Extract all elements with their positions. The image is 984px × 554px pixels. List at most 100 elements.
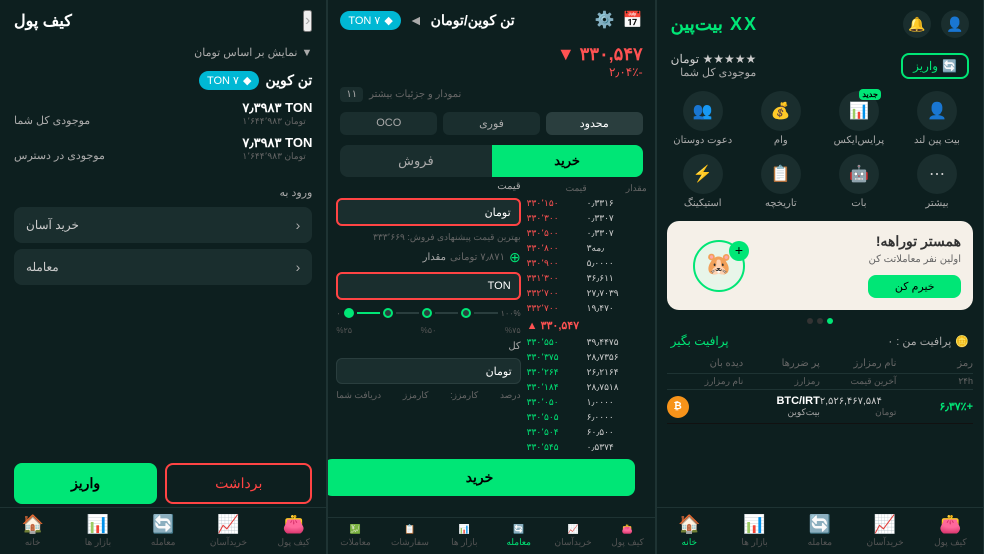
balance-bar: 🔄 واریز ★★★★★ تومان موجودی کل شما: [657, 48, 983, 83]
balance-label: موجودی کل شما: [671, 66, 757, 79]
right-nav-wallet[interactable]: 👛 کیف پول: [261, 514, 326, 548]
slider-50[interactable]: [422, 308, 432, 318]
quick-actions-row1: 👤 بیت پین لند 📊 جدید پرایس‌ایکس 💰 وام 👥 …: [657, 83, 983, 154]
mid-coin-badge: ◆ TON ۷: [340, 11, 400, 30]
tab-limited[interactable]: محدود: [546, 112, 643, 135]
qa-friends[interactable]: 👥 دعوت دوستان: [667, 91, 739, 146]
qa-loan[interactable]: 💰 وام: [745, 91, 817, 146]
ob-sell-6: ۳۶٫۶۱۱۳۳۱٬۳۰۰: [527, 271, 647, 286]
qa-staking[interactable]: ⚡ استیکینگ: [667, 154, 739, 209]
qa-more-label: بیشتر: [925, 198, 948, 209]
chevron-right-icon-2: ‹: [296, 259, 301, 275]
price-label: قیمت: [336, 181, 520, 192]
route-trade-label: معامله: [26, 260, 59, 274]
amount-row: ⊕ ۷٫۸۷۱ تومانی مقدار: [336, 249, 520, 266]
nav-trading[interactable]: 📈 خریدآسان: [852, 514, 917, 548]
tab-oco[interactable]: OCO: [340, 112, 437, 135]
qa-history-label: تاریخچه: [765, 198, 797, 209]
deposit-action-button[interactable]: واریز: [14, 463, 157, 504]
mid-tab-trading[interactable]: 📈 خریدآسان: [546, 524, 600, 548]
ob-buy-4: ۲۸٫۷۵۱۸۳۳۰٬۱۸۴: [527, 380, 647, 395]
slider-labels: %۷۵ %۵۰ %۲۵: [336, 326, 520, 335]
notification-icon[interactable]: 🔔: [903, 10, 931, 38]
price-input[interactable]: [336, 198, 520, 226]
price-main: ▼ ۳۳۰,۵۴۷: [340, 44, 642, 65]
qa-history[interactable]: 📋 تاریخچه: [745, 154, 817, 209]
qa-priceindex-icon: 📊 جدید: [839, 91, 879, 131]
mid-tab-tradehistory[interactable]: 💹 معاملات: [328, 524, 382, 548]
nav-home[interactable]: 🏠 خانه: [657, 514, 722, 548]
chart-toggle: نمودار و جزئیات بیشتر ۱۱: [328, 83, 654, 106]
right-nav-markets[interactable]: 📊 بازار ها: [65, 514, 130, 548]
qa-bot[interactable]: 🤖 بات: [823, 154, 895, 209]
dot-2: [817, 318, 823, 324]
dot-3: [807, 318, 813, 324]
qa-bitpinland[interactable]: 👤 بیت پین لند: [901, 91, 973, 146]
plus-icon[interactable]: ⊕: [509, 249, 521, 266]
calendar-icon[interactable]: 📅: [623, 10, 643, 30]
right-nav-home[interactable]: 🏠 خانه: [0, 514, 65, 548]
amount-label: مقدار: [336, 252, 446, 263]
mid-tab-markets[interactable]: 📊 بازار ها: [437, 524, 491, 548]
table-row[interactable]: +۶٫۳۷٪ ۲,۵۲۶,۴۶۷,۵۸۴ تومان BTC/IRT بیت‌ک…: [667, 390, 973, 424]
mid-tab-orders[interactable]: 📋 سفارشات: [383, 524, 437, 548]
route-label: ورود به: [14, 186, 312, 199]
right-nav-trading[interactable]: 📈 خریدآسان: [196, 514, 261, 548]
commission-row: درصد کارمزز: کارمزز دریافت شما: [336, 390, 520, 401]
promo-subtitle: اولین نفر معاملاتت کن: [868, 254, 961, 265]
deposit-button[interactable]: 🔄 واریز: [901, 53, 969, 79]
submit-buy-button[interactable]: خرید: [328, 459, 634, 496]
qa-more-icon: ⋯: [917, 154, 957, 194]
ob-sell-2: ۰٫۳۳۰۷۳۳۰٬۳۰۰: [527, 211, 647, 226]
currency-selector[interactable]: ▼ نمایش بر اساس تومان: [0, 42, 326, 63]
nav-markets[interactable]: 📊 بازار ها: [722, 514, 787, 548]
slider-75[interactable]: [461, 308, 471, 318]
promo-button[interactable]: خیرم کن: [868, 275, 961, 298]
buy-sell-tabs: خرید فروش: [340, 145, 642, 177]
qa-priceindex[interactable]: 📊 جدید پرایس‌ایکس: [823, 91, 895, 146]
ob-divider: ▲ ۳۳۰,۵۴۷: [527, 316, 647, 335]
ob-sell-4: ۳٫مه۳۳۰٬۸۰۰: [527, 241, 647, 256]
wallet-coin-section: تن کوین ◆ TON ۷ ۷٫۳۹۸۳ TON تومان ۱٬۶۴۴٬۹…: [0, 63, 326, 178]
qa-friends-icon: 👥: [683, 91, 723, 131]
percentage-slider: ۱۰۰% ۰: [336, 306, 520, 320]
slider-0[interactable]: [344, 308, 354, 318]
top-icons: 👤 🔔: [903, 10, 969, 38]
ob-buy-7: ۶۰٫۵۰۰۳۳۰٬۵۰۴: [527, 425, 647, 440]
qa-more[interactable]: ⋯ بیشتر: [901, 154, 973, 209]
withdraw-button[interactable]: برداشت: [165, 463, 312, 504]
right-nav-trade[interactable]: 🔄 معامله: [131, 514, 196, 548]
price-section: ▼ ۳۳۰,۵۴۷ ۲٫۰۴٪-: [328, 40, 654, 83]
wallet-coin-badge: ◆ TON ۷: [199, 71, 259, 90]
tab-instant[interactable]: فوری: [443, 112, 540, 135]
top-bar: 👤 🔔 XX بیت‌پین: [657, 0, 983, 48]
back-button[interactable]: ‹: [303, 10, 312, 32]
nav-trade[interactable]: 🔄 معامله: [787, 514, 852, 548]
settings-icon[interactable]: ⚙️: [595, 10, 615, 30]
buy-tab[interactable]: خرید: [492, 145, 643, 177]
orderbook-form: مقدار قیمت ۰٫۳۳۱۶۳۳۰٬۱۵۰ ۰٫۳۳۰۷۳۳۰٬۳۰۰ ۰…: [328, 181, 654, 455]
right-top-bar: ‹ کیف پول: [0, 0, 326, 42]
total-input[interactable]: [336, 358, 520, 384]
route-trade[interactable]: ‹ معامله: [14, 249, 312, 285]
chart-info: نمودار و جزئیات بیشتر: [369, 89, 461, 100]
new-badge: جدید: [859, 89, 881, 100]
wallet-coin-name: تن کوین: [265, 72, 312, 89]
mid-tab-trade[interactable]: 🔄 معامله: [492, 524, 546, 548]
slider-25[interactable]: [383, 308, 393, 318]
right-title: کیف پول: [14, 11, 72, 31]
ob-sell-7: ۲۷٫۷۰۳۹۳۳۲٬۷۰۰: [527, 286, 647, 301]
nav-wallet[interactable]: 👛 کیف پول: [918, 514, 983, 548]
qa-bitpinland-icon: 👤: [917, 91, 957, 131]
right-panel: ‹ کیف پول ▼ نمایش بر اساس تومان تن کوین …: [0, 0, 327, 554]
quick-actions-row2: ⋯ بیشتر 🤖 بات 📋 تاریخچه ⚡ استیکینگ: [657, 154, 983, 217]
right-bottom-nav: 👛 کیف پول 📈 خریدآسان 🔄 معامله 📊 بازار ها…: [0, 507, 326, 554]
available-balance-fiat: تومان ۱٬۶۴۴٬۹۸۳: [242, 151, 312, 162]
user-icon[interactable]: 👤: [941, 10, 969, 38]
amount-input[interactable]: [336, 272, 520, 300]
orderbook: مقدار قیمت ۰٫۳۳۱۶۳۳۰٬۱۵۰ ۰٫۳۳۰۷۳۳۰٬۳۰۰ ۰…: [527, 181, 647, 455]
sell-tab[interactable]: فروش: [340, 145, 491, 177]
qa-loan-label: وام: [774, 135, 788, 146]
route-easy-buy[interactable]: ‹ خرید آسان: [14, 207, 312, 243]
mid-tab-wallet[interactable]: 👛 کیف پول: [600, 524, 654, 548]
